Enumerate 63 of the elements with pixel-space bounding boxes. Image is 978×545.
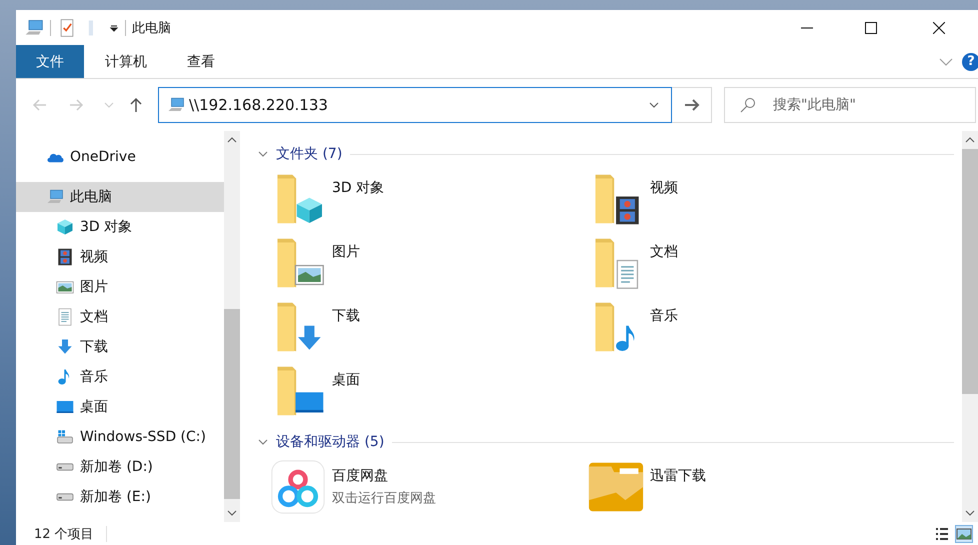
item-name[interactable]: 3D 对象	[332, 179, 384, 197]
ribbon-tab[interactable]: 计算机	[86, 45, 166, 78]
item-name[interactable]: 图片	[332, 243, 360, 261]
nav-item[interactable]: 音乐	[16, 362, 224, 392]
go-button[interactable]	[672, 87, 712, 123]
downloads-icon	[56, 338, 74, 356]
nav-item[interactable]: 3D 对象	[16, 212, 224, 242]
drive-icon	[56, 463, 74, 471]
computer-icon	[167, 96, 185, 114]
item-description: 双击运行百度网盘	[332, 490, 436, 507]
nav-item[interactable]: 下载	[16, 332, 224, 362]
arrow-icon	[684, 98, 700, 112]
video-icon	[56, 248, 74, 266]
item-name[interactable]: 桌面	[332, 371, 360, 389]
scroll-up-icon[interactable]	[965, 137, 975, 143]
up-arrow-icon[interactable]	[128, 97, 144, 113]
maximize-icon	[865, 22, 877, 34]
scrollbar-thumb[interactable]	[224, 309, 240, 499]
expand-ribbon-icon[interactable]	[939, 58, 953, 66]
scrollbar-thumb[interactable]	[962, 149, 978, 394]
item-name[interactable]: 文档	[650, 243, 678, 261]
nav-item[interactable]: 此电脑	[16, 182, 224, 212]
cube-icon	[56, 218, 74, 236]
address-field[interactable]: \\192.168.220.133	[158, 87, 672, 123]
window-title: 此电脑	[132, 20, 171, 36]
search-icon	[740, 97, 756, 113]
pc-icon	[46, 188, 64, 206]
caret-icon[interactable]	[109, 22, 119, 32]
nav-item[interactable]: 视频	[16, 242, 224, 272]
item-name[interactable]: 视频	[650, 179, 678, 197]
large-icons-view-icon[interactable]	[956, 526, 972, 542]
group-heading[interactable]: 文件夹 (7)	[276, 145, 342, 163]
windrive-icon	[56, 428, 74, 446]
item-name[interactable]: 迅雷下载	[650, 467, 706, 485]
item-name[interactable]: 音乐	[650, 307, 678, 325]
details-view-icon[interactable]	[934, 526, 950, 542]
group-heading[interactable]: 设备和驱动器 (5)	[276, 433, 384, 451]
nav-item[interactable]: 文档	[16, 302, 224, 332]
collapse-icon[interactable]	[258, 151, 268, 157]
scroll-down-icon[interactable]	[227, 510, 237, 516]
nav-item[interactable]: 新加卷 (E:)	[16, 482, 224, 512]
cloud-app-icon[interactable]	[270, 459, 326, 515]
scroll-down-icon[interactable]	[965, 510, 975, 516]
scroll-up-icon[interactable]	[227, 137, 237, 143]
nav-item[interactable]: OneDrive	[16, 142, 224, 172]
item-name[interactable]: 百度网盘	[332, 467, 436, 485]
desktop-icon	[56, 398, 74, 416]
nav-item[interactable]: 新加卷 (D:)	[16, 452, 224, 482]
drive-icon	[56, 493, 74, 501]
help-button[interactable]: ?	[962, 52, 978, 70]
item-name[interactable]: 下载	[332, 307, 360, 325]
computer-icon[interactable]	[24, 18, 44, 38]
nav-item[interactable]: 图片	[16, 272, 224, 302]
dropdown-icon[interactable]	[649, 102, 659, 108]
ribbon-tab[interactable]: 查看	[168, 45, 234, 78]
collapse-icon[interactable]	[258, 439, 268, 445]
ribbon-tab[interactable]: 文件	[16, 45, 84, 78]
search-field[interactable]: 搜索"此电脑"	[724, 87, 976, 123]
item-count: 12 个项目	[34, 526, 94, 542]
close-icon	[933, 22, 945, 34]
nav-item[interactable]: 桌面	[16, 392, 224, 422]
nav-item[interactable]: Windows-SSD (C:)	[16, 422, 224, 452]
docs-icon	[56, 308, 74, 326]
